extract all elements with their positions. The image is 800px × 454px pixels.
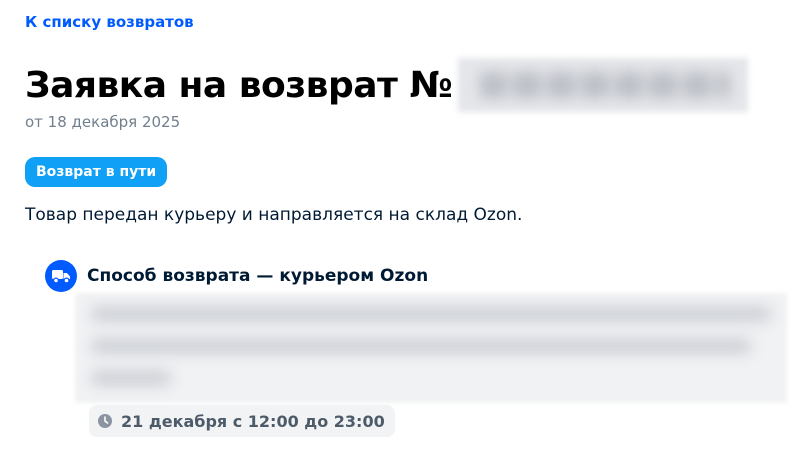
clock-icon — [97, 413, 113, 429]
return-method-header: Способ возврата — курьером Ozon — [45, 260, 428, 292]
status-description: Товар передан курьеру и направляется на … — [25, 205, 523, 225]
back-to-returns-link[interactable]: К списку возвратов — [25, 13, 194, 31]
delivery-window-pill: 21 декабря с 12:00 до 23:00 — [89, 405, 395, 437]
page-title-row: Заявка на возврат № — [25, 57, 749, 113]
return-method-title: Способ возврата — курьером Ozon — [87, 266, 429, 286]
truck-icon — [45, 260, 77, 292]
redacted-order-number — [458, 58, 749, 112]
redacted-address — [75, 293, 787, 403]
delivery-window-text: 21 декабря с 12:00 до 23:00 — [121, 411, 385, 431]
status-badge: Возврат в пути — [25, 157, 168, 187]
request-date: от 18 декабря 2025 — [25, 113, 181, 131]
page-title: Заявка на возврат № — [25, 64, 453, 106]
return-request-page: К списку возвратов Заявка на возврат № о… — [0, 0, 800, 454]
